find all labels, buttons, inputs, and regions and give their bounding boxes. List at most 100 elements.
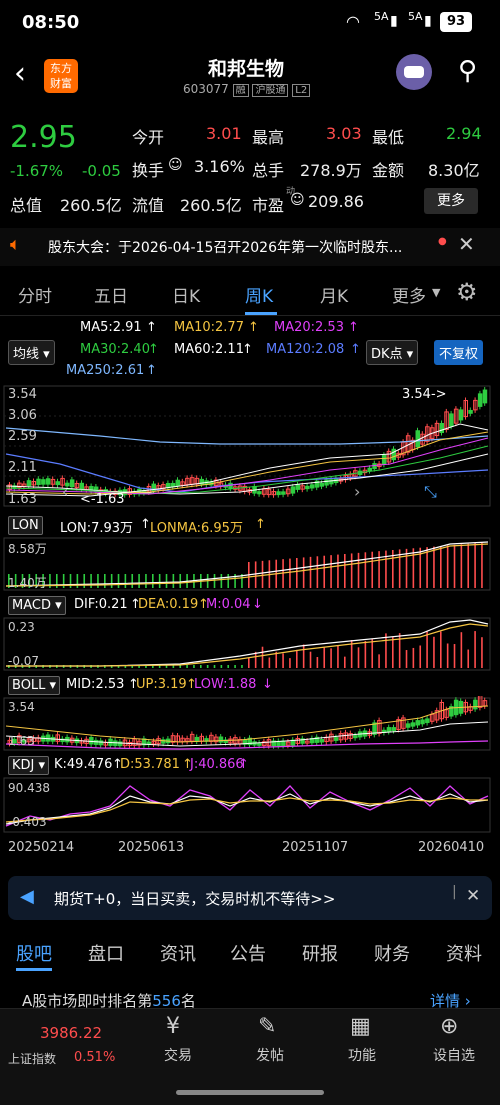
boll-chart[interactable] — [0, 696, 500, 752]
indicator-bar — [220, 665, 223, 668]
candle-body — [26, 480, 32, 487]
indicator-bar — [392, 636, 394, 668]
more-button[interactable]: 更多 — [424, 188, 478, 214]
ma-type-button[interactable]: 均线 ▾ — [8, 340, 55, 365]
index-value[interactable]: 3986.22 — [40, 1024, 102, 1042]
tab-profile[interactable]: 资料 — [446, 940, 482, 966]
candle-body — [319, 482, 324, 487]
tab-finance[interactable]: 财务 — [374, 940, 410, 966]
indicator-bar — [289, 658, 291, 668]
indicator-bar — [90, 574, 92, 588]
tab-weekly-k[interactable]: 周K — [245, 282, 273, 307]
tab-guba[interactable]: 股吧 — [16, 940, 52, 966]
dk-button[interactable]: DK点 ▾ — [366, 340, 419, 365]
macd-chart[interactable] — [0, 616, 500, 672]
tab-underline — [245, 312, 277, 315]
indicator-bar — [371, 551, 374, 588]
tab-news[interactable]: 资讯 — [160, 940, 196, 966]
nav-functions[interactable]: 功能 — [332, 1045, 392, 1065]
tab-monthly-k[interactable]: 月K — [320, 282, 348, 307]
macd-button[interactable]: MACD ▾ — [8, 596, 66, 615]
trade-icon[interactable]: ¥ — [166, 1014, 180, 1039]
indicator-bar — [412, 647, 415, 668]
adjust-button[interactable]: 不复权 — [434, 340, 484, 365]
indicator-bar — [158, 574, 161, 588]
ad-banner[interactable]: ◀︎ 期货T+0，当日买卖，交易时机不等待>> | ✕ — [8, 876, 492, 920]
ma20-arrow: ↑ — [348, 320, 359, 335]
change-value: -0.05 — [82, 162, 121, 180]
tab-pankou[interactable]: 盘口 — [88, 940, 124, 966]
tab-five-day[interactable]: 五日 — [94, 282, 128, 307]
tab-more[interactable]: 更多 — [392, 282, 426, 307]
indicator-bar — [241, 665, 243, 668]
scroll-left-icon[interactable]: ‹ — [62, 482, 68, 501]
pe-label: 市盈 — [252, 196, 285, 215]
high-value: 3.03 — [326, 124, 362, 143]
indicator-bar — [296, 558, 298, 588]
search-icon[interactable]: ⚲ — [458, 56, 477, 86]
kdj-ytop: 90.438 — [8, 781, 50, 795]
tab-announcements[interactable]: 公告 — [230, 940, 266, 966]
fullscreen-icon[interactable]: ⤡ — [424, 482, 437, 502]
ma30-text: MA30:2.40 — [80, 342, 150, 357]
back-arrow-icon[interactable]: ‹ — [14, 56, 26, 91]
close-icon[interactable]: ✕ — [458, 232, 475, 256]
signal-icon-2: ▮ — [424, 13, 432, 29]
candle-body — [477, 393, 483, 407]
megaphone-icon: ◀︎ — [20, 886, 34, 907]
kdj-chart[interactable] — [0, 776, 500, 834]
low-value: 2.94 — [446, 124, 482, 143]
indicator-bar — [268, 657, 271, 668]
scroll-right-icon[interactable]: › — [354, 482, 360, 501]
lon-button[interactable]: LON — [8, 516, 43, 535]
settings-gear-icon[interactable]: ⚙ — [456, 278, 478, 306]
indicator-bar — [440, 631, 442, 668]
kdj-ybot: -0.403 — [8, 815, 47, 829]
robot-assistant-icon[interactable] — [396, 54, 432, 90]
ad-close-icon[interactable]: ✕ — [466, 886, 480, 906]
indicator-bar — [302, 557, 305, 588]
candle-body — [281, 491, 286, 495]
indicator-bar — [440, 546, 442, 588]
lon-ybot: 1.40万 — [8, 576, 47, 590]
connect-tag: 沪股通 — [252, 84, 289, 97]
indicator-bar — [467, 543, 470, 588]
indicator-bar — [131, 574, 134, 588]
tab-research[interactable]: 研报 — [302, 940, 338, 966]
signal-label-2: 5A — [408, 10, 423, 23]
nav-watchlist[interactable]: 设自选 — [424, 1045, 484, 1065]
chevron-down-icon[interactable]: ▼ — [432, 286, 440, 299]
indicator-bar — [371, 639, 374, 668]
ad-text: 期货T+0，当日买卖，交易时机不等待>> — [54, 890, 336, 908]
functions-grid-icon[interactable]: ▦ — [350, 1014, 371, 1039]
divider: | — [452, 884, 457, 900]
nav-trade[interactable]: 交易 — [148, 1045, 208, 1065]
kdj-label: KDJ — [12, 758, 35, 773]
ma60-text: MA60:2.11 — [174, 342, 244, 357]
tab-minute[interactable]: 分时 — [18, 282, 52, 307]
nav-post[interactable]: 发帖 — [240, 1045, 300, 1065]
margin-tag: 融 — [232, 84, 249, 97]
indicator-bar — [213, 665, 216, 668]
indicator-bar — [316, 657, 319, 668]
notice-bar[interactable]: 🔈︎ 股东大会：于2026-04-15召开2026年第一次临时股东... ● ✕ — [0, 228, 500, 266]
lon-chart[interactable] — [0, 536, 500, 592]
add-watchlist-icon[interactable]: ⊕ — [440, 1014, 458, 1039]
candle-body — [410, 722, 416, 727]
candle-body — [175, 479, 180, 487]
boll-label: BOLL — [12, 678, 46, 693]
volume-label: 总手 — [252, 161, 285, 180]
indicator-bar — [426, 631, 428, 668]
brand-logo[interactable]: 东方 财富 — [44, 59, 78, 93]
ma250-arrow: ↑ — [146, 363, 157, 378]
tab-daily-k[interactable]: 日K — [172, 282, 200, 307]
dif-value: DIF:0.21 — [74, 597, 128, 612]
indicator-bar — [261, 646, 264, 668]
home-indicator — [176, 1090, 324, 1095]
post-icon[interactable]: ✎ — [258, 1014, 276, 1039]
boll-button[interactable]: BOLL ▾ — [8, 676, 61, 695]
speaker-icon: 🔈︎ — [10, 234, 21, 255]
candle-body — [439, 422, 444, 434]
candle-body — [290, 486, 296, 494]
kdj-button[interactable]: KDJ ▾ — [8, 756, 50, 775]
